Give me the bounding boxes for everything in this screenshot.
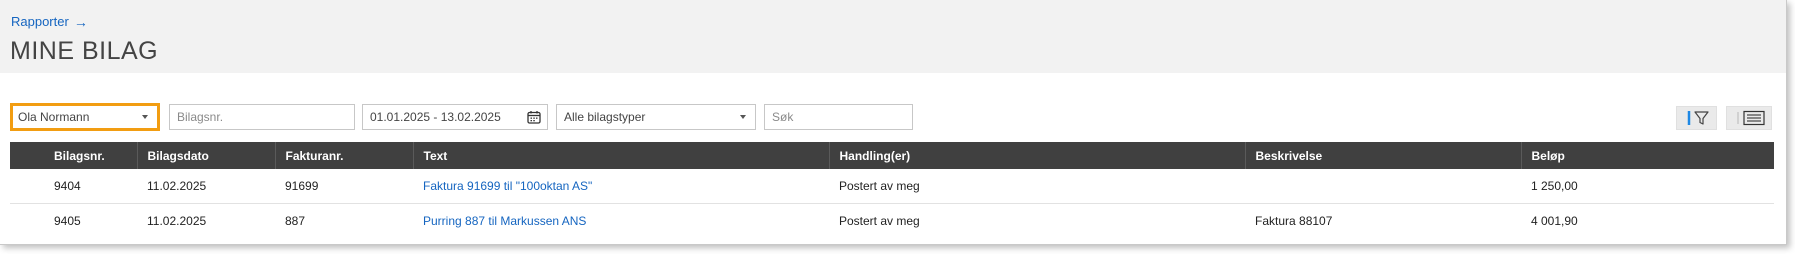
- cell-bilagsnr: 9405: [54, 214, 81, 228]
- voucher-number-field[interactable]: [169, 104, 355, 130]
- cell-bilagsdato: 11.02.2025: [147, 214, 207, 228]
- table-row[interactable]: 9404 11.02.2025 91699 Faktura 91699 til …: [10, 169, 1774, 204]
- chevron-down-icon: [142, 115, 148, 119]
- voucher-type-select[interactable]: Alle bilagstyper: [556, 104, 756, 130]
- cell-belop: 4 001,90: [1531, 214, 1578, 228]
- column-header-text[interactable]: Text: [412, 142, 829, 169]
- user-select-value: Ola Normann: [18, 110, 90, 124]
- cell-text-link[interactable]: Faktura 91699 til "100oktan AS": [413, 169, 829, 204]
- cell-bilagsnr: 9404: [10, 169, 137, 204]
- breadcrumb[interactable]: Rapporter →: [11, 14, 88, 29]
- date-range-field[interactable]: 01.01.2025 - 13.02.2025: [362, 104, 548, 130]
- column-header-handling[interactable]: Handling(er): [828, 142, 1245, 169]
- arrow-right-icon: →: [73, 13, 88, 30]
- cell-text-link[interactable]: Purring 887 til Markussen ANS: [413, 204, 829, 239]
- cell-fakturanr: 887: [285, 214, 306, 228]
- cell-handling: Postert av meg: [839, 214, 920, 228]
- breadcrumb-link[interactable]: Rapporter: [11, 14, 69, 29]
- voucher-type-value: Alle bilagstyper: [564, 110, 646, 124]
- calendar-icon[interactable]: [527, 110, 541, 124]
- cell-fakturanr: 91699: [275, 169, 413, 204]
- date-range-value: 01.01.2025 - 13.02.2025: [370, 110, 501, 124]
- page-title: MINE BILAG: [10, 37, 159, 65]
- column-header-beskrivelse[interactable]: Beskrivelse: [1244, 142, 1521, 169]
- search-field[interactable]: [764, 104, 913, 130]
- list-view-icon: [1737, 110, 1765, 126]
- table-header-row: Bilagsnr. Bilagsdato Fakturanr. Text Han…: [10, 142, 1774, 169]
- voucher-number-input[interactable]: [177, 110, 347, 124]
- column-header-bilagsnr[interactable]: Bilagsnr.: [10, 142, 137, 169]
- page-header: Rapporter → MINE BILAG: [0, 0, 1786, 73]
- app-window: Rapporter → MINE BILAG Ola Normann 01.01…: [0, 0, 1787, 245]
- cell-beskrivelse: [1245, 169, 1521, 204]
- column-header-belop[interactable]: Beløp: [1520, 142, 1774, 169]
- table-row[interactable]: 9405 11.02.2025 887 Purring 887 til Mark…: [10, 204, 1774, 239]
- user-select[interactable]: Ola Normann: [10, 103, 160, 131]
- column-header-bilagsdato[interactable]: Bilagsdato: [136, 142, 275, 169]
- vouchers-table: Bilagsnr. Bilagsdato Fakturanr. Text Han…: [10, 142, 1774, 238]
- chevron-down-icon: [740, 115, 746, 119]
- cell-belop: 1 250,00: [1521, 169, 1774, 204]
- cell-beskrivelse: Faktura 88107: [1255, 214, 1333, 228]
- cell-handling: Postert av meg: [829, 169, 1245, 204]
- filter-bar: Ola Normann 01.01.2025 - 13.02.2025 Alle…: [0, 103, 1786, 132]
- cell-bilagsdato: 11.02.2025: [137, 169, 275, 204]
- column-header-fakturanr[interactable]: Fakturanr.: [274, 142, 413, 169]
- list-view-button[interactable]: [1726, 106, 1772, 130]
- filter-icon: [1687, 111, 1709, 125]
- filter-toggle-button[interactable]: [1676, 106, 1717, 130]
- search-input[interactable]: [772, 110, 905, 124]
